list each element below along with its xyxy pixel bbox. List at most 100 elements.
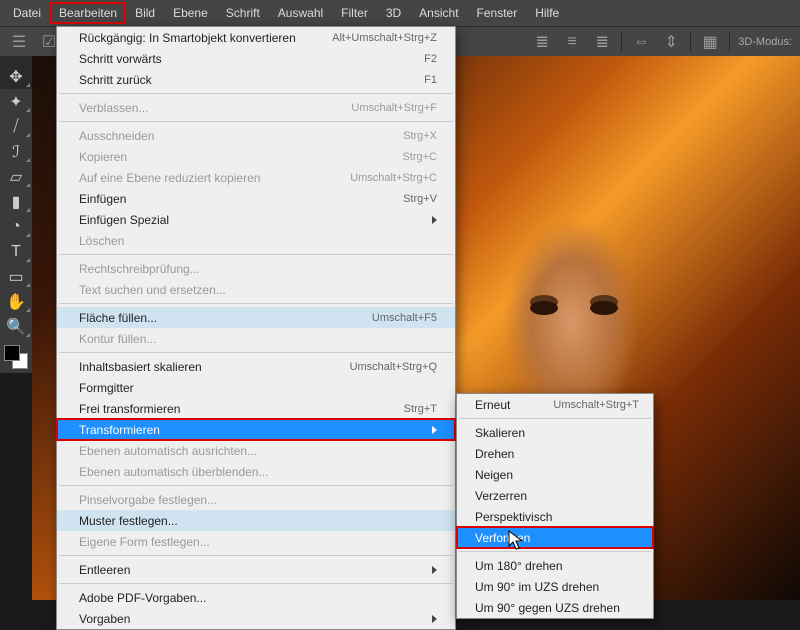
eyedropper-tool[interactable]: ⧸ [0,114,32,139]
menu-item-inhaltsbasiert-skalieren[interactable]: Inhaltsbasiert skalierenUmschalt+Strg+Q [57,356,455,377]
submenu-item-um-90-im-uzs-drehen[interactable]: Um 90° im UZS drehen [457,576,653,597]
menu-item-label: Inhaltsbasiert skalieren [79,360,350,374]
move-tool-icon: ✥ [9,67,22,87]
menu-item-fenster[interactable]: Fenster [468,2,527,24]
submenu-item-skalieren[interactable]: Skalieren [457,422,653,443]
menu-item-einf-gen[interactable]: EinfügenStrg+V [57,188,455,209]
color-swatches[interactable] [0,343,32,373]
submenu-item-verzerren[interactable]: Verzerren [457,485,653,506]
submenu-item-label: Um 180° drehen [475,559,639,573]
menu-item-label: Formgitter [79,381,437,395]
gradient-tool[interactable]: ▮ [0,189,32,214]
menu-item-einf-gen-spezial[interactable]: Einfügen Spezial [57,209,455,230]
align-right-icon[interactable]: ≣ [591,31,613,53]
document-tab-strip [0,56,32,64]
menu-item-label: Entleeren [79,563,426,577]
magic-wand-tool[interactable]: ✦ [0,89,32,114]
distribute-v-icon[interactable]: ⇕ [660,31,682,53]
menu-separator [459,551,651,552]
chevron-right-icon [432,566,437,574]
menu-item-fl-che-f-llen[interactable]: Fläche füllen...Umschalt+F5 [57,307,455,328]
artwork-eye [530,301,558,315]
menu-item-verblassen: Verblassen...Umschalt+Strg+F [57,97,455,118]
submenu-item-label: Neigen [475,468,639,482]
menu-item-label: Adobe PDF-Vorgaben... [79,591,437,605]
transform-submenu: ErneutUmschalt+Strg+T SkalierenDrehen Neig… [456,393,654,619]
artwork-eye [590,301,618,315]
blur-tool-icon: ◔ [11,218,21,236]
grid-icon[interactable]: ▦ [699,31,721,53]
menu-item-filter[interactable]: Filter [332,2,377,24]
submenu-item-label: Um 90° im UZS drehen [475,580,639,594]
menu-item-r-ckg-ngig-in-smartobjekt-konvertieren[interactable]: Rückgängig: In Smartobjekt konvertierenA… [57,27,455,48]
menu-item-bild[interactable]: Bild [126,2,164,24]
shape-tool-icon: ▭ [8,267,23,287]
menu-item-3d[interactable]: 3D [377,2,410,24]
menu-item-hilfe[interactable]: Hilfe [526,2,568,24]
menu-item-muster-festlegen[interactable]: Muster festlegen... [57,510,455,531]
menu-separator [459,418,651,419]
chevron-right-icon [432,216,437,224]
magic-wand-tool-icon: ✦ [9,92,22,112]
menu-item-shortcut: Umschalt+Strg+Q [350,361,437,373]
menu-item-text-suchen-und-ersetzen: Text suchen und ersetzen... [57,279,455,300]
submenu-item-erneut[interactable]: ErneutUmschalt+Strg+T [457,394,653,415]
menu-item-bearbeiten[interactable]: Bearbeiten [50,2,126,24]
menu-item-label: Muster festlegen... [79,514,437,528]
menu-item-label: Ebenen automatisch ausrichten... [79,444,437,458]
menu-item-shortcut: Umschalt+Strg+F [351,102,437,114]
menu-item-shortcut: F1 [424,74,437,86]
separator [690,32,691,52]
submenu-item-label: Perspektivisch [475,510,639,524]
three-d-mode-label: 3D-Modus: [738,36,792,48]
distribute-h-icon[interactable]: ⇔ [630,31,652,53]
submenu-item-shortcut: Umschalt+Strg+T [553,399,639,411]
menu-item-rechtschreibpr-fung: Rechtschreibprüfung... [57,258,455,279]
brush-tool[interactable]: ℐ [0,139,32,164]
shape-tool[interactable]: ▭ [0,264,32,289]
type-tool[interactable]: T [0,239,32,264]
menu-item-frei-transformieren[interactable]: Frei transformierenStrg+T [57,398,455,419]
hand-tool[interactable]: ✋ [0,289,32,314]
menu-item-auswahl[interactable]: Auswahl [269,2,332,24]
submenu-item-um-180-drehen[interactable]: Um 180° drehen [457,555,653,576]
menu-item-ebenen-automatisch-ausrichten: Ebenen automatisch ausrichten... [57,440,455,461]
foreground-color-swatch[interactable] [4,345,20,361]
menu-item-label: Vorgaben [79,612,426,626]
menu-item-label: Fläche füllen... [79,311,372,325]
menu-item-schritt-vorw-rts[interactable]: Schritt vorwärtsF2 [57,48,455,69]
menu-item-vorgaben[interactable]: Vorgaben [57,608,455,629]
submenu-item-verformen[interactable]: Verformen [457,527,653,548]
zoom-tool[interactable]: 🔍 [0,314,32,339]
menu-item-label: Rückgängig: In Smartobjekt konvertieren [79,31,332,45]
menu-separator [59,93,453,94]
submenu-item-drehen[interactable]: Drehen [457,443,653,464]
submenu-item-um-90-gegen-uzs-drehen[interactable]: Um 90° gegen UZS drehen [457,597,653,618]
separator [729,32,730,52]
menu-item-auf-eine-ebene-reduziert-kopieren: Auf eine Ebene reduziert kopierenUmschal… [57,167,455,188]
submenu-item-neigen[interactable]: Neigen [457,464,653,485]
menu-item-schritt-zur-ck[interactable]: Schritt zurückF1 [57,69,455,90]
menu-item-pinselvorgabe-festlegen: Pinselvorgabe festlegen... [57,489,455,510]
submenu-item-perspektivisch[interactable]: Perspektivisch [457,506,653,527]
align-center-icon[interactable]: ≡ [561,31,583,53]
align-left-icon[interactable]: ≣ [531,31,553,53]
menu-item-adobe-pdf-vorgaben[interactable]: Adobe PDF-Vorgaben... [57,587,455,608]
menu-item-ebene[interactable]: Ebene [164,2,217,24]
menu-item-entleeren[interactable]: Entleeren [57,559,455,580]
blur-tool[interactable]: ◔ [0,214,32,239]
menu-item-shortcut: Strg+C [402,151,437,163]
home-icon[interactable]: ☰ [8,31,30,53]
zoom-tool-icon: 🔍 [6,317,26,337]
submenu-item-label: Erneut [475,398,553,412]
menu-item-transformieren[interactable]: Transformieren [57,419,455,440]
menu-item-label: Kontur füllen... [79,332,437,346]
menu-separator [59,485,453,486]
eraser-tool[interactable]: ▱ [0,164,32,189]
menu-separator [59,583,453,584]
menu-item-schrift[interactable]: Schrift [217,2,269,24]
menu-item-formgitter[interactable]: Formgitter [57,377,455,398]
menu-item-datei[interactable]: Datei [4,2,50,24]
menu-item-ansicht[interactable]: Ansicht [410,2,467,24]
move-tool[interactable]: ✥ [0,64,32,89]
